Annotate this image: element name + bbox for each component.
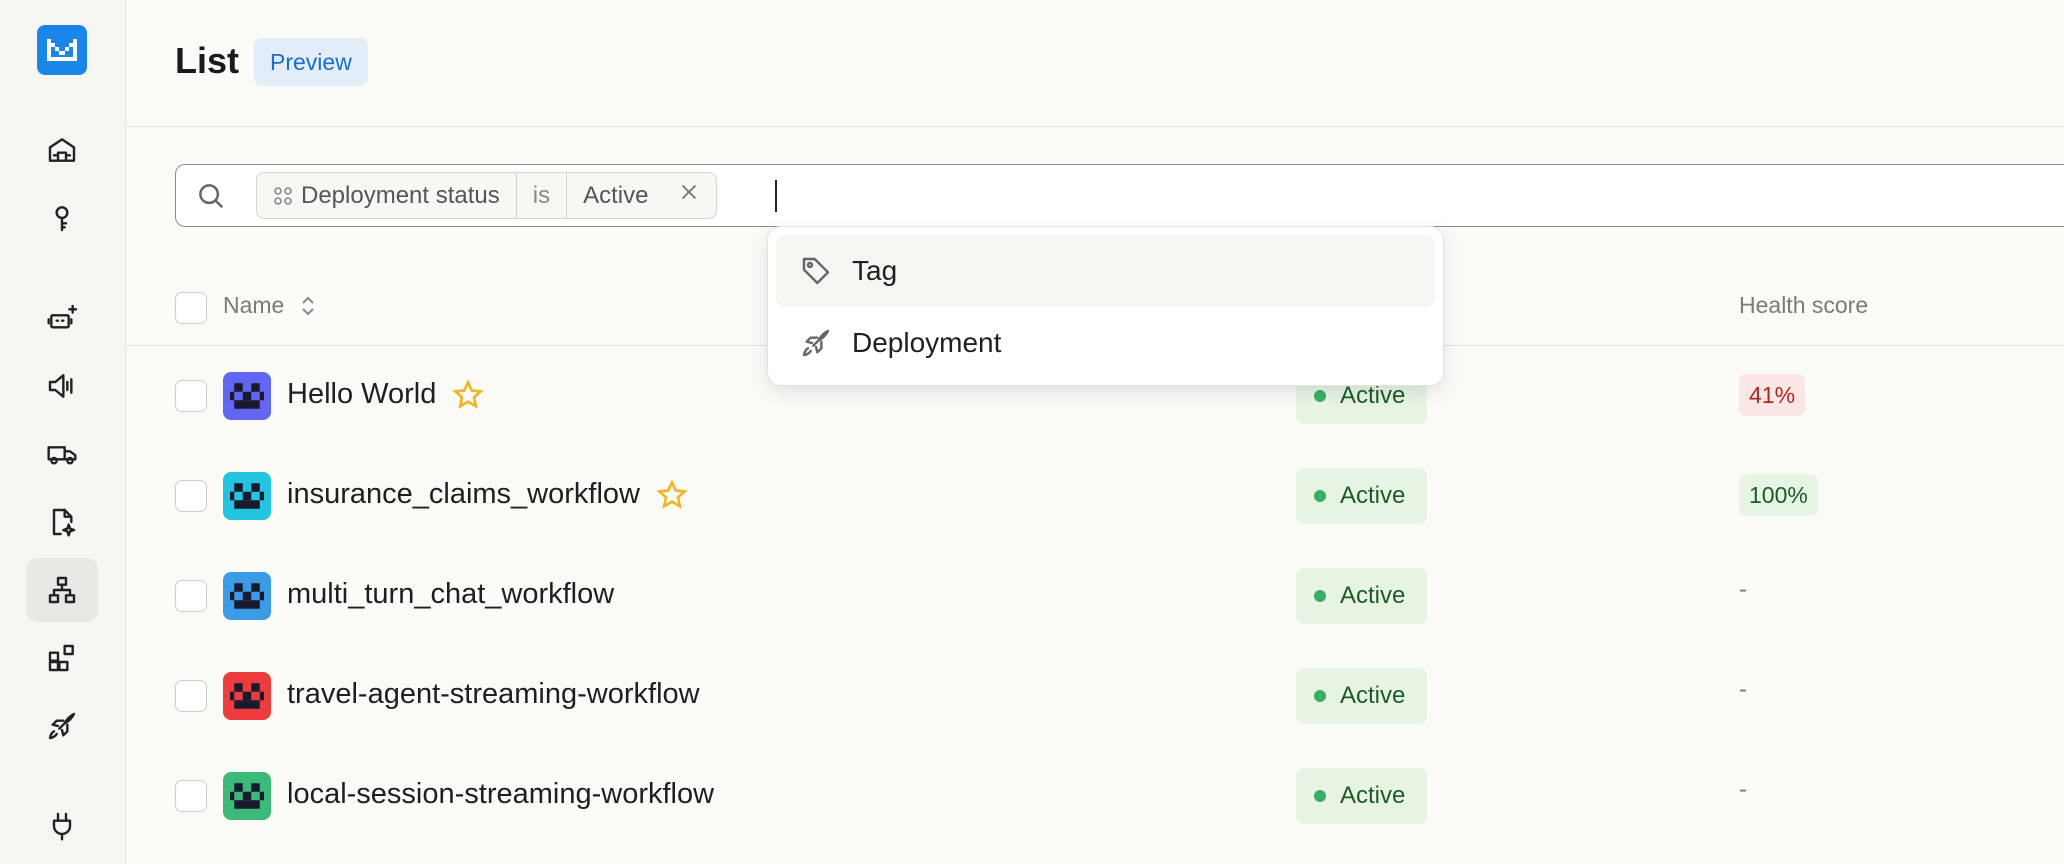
truck-icon bbox=[47, 446, 77, 465]
workflow-name[interactable]: Hello World bbox=[287, 378, 485, 411]
row-checkbox[interactable] bbox=[175, 380, 207, 412]
workflow-avatar-icon bbox=[223, 372, 271, 420]
workflow-name-label: travel-agent-streaming-workflow bbox=[287, 678, 700, 710]
filter-suggestions-dropdown: Tag Deployment bbox=[767, 226, 1444, 386]
status-badge: Active bbox=[1296, 668, 1428, 724]
table-row[interactable]: insurance_claims_workflow Active 100% bbox=[126, 446, 2064, 546]
workflow-avatar-icon bbox=[223, 672, 271, 720]
nav-delivery[interactable] bbox=[26, 422, 98, 486]
nav-home[interactable] bbox=[26, 118, 98, 182]
workflow-name[interactable]: travel-agent-streaming-workflow bbox=[287, 678, 700, 711]
row-checkbox[interactable] bbox=[175, 480, 207, 512]
tag-icon bbox=[802, 257, 830, 285]
page-title: List bbox=[175, 40, 240, 81]
status-dot bbox=[1314, 490, 1326, 502]
workflow-avatar-icon bbox=[223, 772, 271, 820]
row-checkbox[interactable] bbox=[175, 680, 207, 712]
star-icon[interactable] bbox=[656, 478, 688, 511]
nav-integrations[interactable] bbox=[26, 626, 98, 690]
status-dot bbox=[1314, 390, 1326, 402]
page-header: List Preview bbox=[126, 0, 2064, 127]
status-dot bbox=[1314, 790, 1326, 802]
status-label: Active bbox=[1340, 682, 1406, 709]
nav-documents[interactable] bbox=[26, 490, 98, 554]
nav-workflows[interactable] bbox=[26, 558, 98, 622]
blocks-icon bbox=[48, 644, 74, 672]
key-icon bbox=[55, 206, 69, 232]
health-score-badge: 41% bbox=[1739, 374, 1806, 416]
sidebar bbox=[0, 0, 126, 864]
status-badge: Active bbox=[1296, 468, 1428, 524]
status-dot bbox=[1314, 590, 1326, 602]
table-row[interactable]: local-session-streaming-workflow Active - bbox=[126, 746, 2064, 846]
workflow-name-label: local-session-streaming-workflow bbox=[287, 778, 715, 810]
workflow-avatar-icon bbox=[223, 572, 271, 620]
nav-campaigns[interactable] bbox=[26, 354, 98, 418]
nav-plugins[interactable] bbox=[26, 794, 98, 858]
rocket-icon bbox=[802, 329, 830, 357]
workflow-hierarchy-icon bbox=[48, 576, 76, 604]
status-label: Active bbox=[1340, 582, 1406, 609]
filter-operator[interactable]: is bbox=[517, 173, 568, 218]
select-all-checkbox[interactable] bbox=[175, 292, 207, 324]
grid-icon bbox=[274, 186, 292, 205]
row-checkbox[interactable] bbox=[175, 580, 207, 612]
workflow-name[interactable]: multi_turn_chat_workflow bbox=[287, 578, 614, 611]
filter-value-label: Active bbox=[583, 181, 649, 209]
logo-icon bbox=[47, 39, 77, 61]
workflow-name[interactable]: local-session-streaming-workflow bbox=[287, 778, 714, 811]
add-bot-icon bbox=[47, 304, 78, 329]
search-icon bbox=[196, 181, 226, 211]
health-score-badge: 100% bbox=[1739, 474, 1818, 516]
table-row[interactable]: travel-agent-streaming-workflow Active - bbox=[126, 646, 2064, 746]
status-badge: Active bbox=[1296, 768, 1428, 824]
dropdown-item-tag[interactable]: Tag bbox=[776, 235, 1435, 307]
status-dot bbox=[1314, 690, 1326, 702]
filter-chip[interactable]: Deployment status is Active bbox=[256, 172, 718, 219]
close-icon[interactable] bbox=[678, 181, 700, 210]
megaphone-icon bbox=[48, 374, 73, 398]
filter-field[interactable]: Deployment status bbox=[257, 173, 517, 218]
health-score: - bbox=[1739, 776, 1747, 803]
workflow-name-label: multi_turn_chat_workflow bbox=[287, 578, 615, 610]
dropdown-item-deployment[interactable]: Deployment bbox=[776, 307, 1435, 379]
status-badge: Active bbox=[1296, 568, 1428, 624]
status-label: Active bbox=[1340, 382, 1406, 409]
sort-icon bbox=[302, 296, 315, 315]
app-logo[interactable] bbox=[37, 25, 87, 75]
workflow-name[interactable]: insurance_claims_workflow bbox=[287, 478, 688, 511]
row-checkbox[interactable] bbox=[175, 780, 207, 812]
plug-icon bbox=[52, 812, 72, 841]
filter-value[interactable]: Active bbox=[567, 173, 716, 218]
document-sparkle-icon bbox=[52, 508, 76, 537]
workflow-name-label: Hello World bbox=[287, 378, 437, 410]
health-score: - bbox=[1739, 576, 1747, 603]
nav-agents[interactable] bbox=[26, 286, 98, 350]
status-label: Active bbox=[1340, 482, 1406, 509]
filter-field-label: Deployment status bbox=[301, 181, 500, 209]
column-header-health[interactable]: Health score bbox=[1739, 292, 1868, 319]
home-icon bbox=[48, 138, 76, 162]
rocket-icon bbox=[48, 712, 76, 740]
nav-deployments[interactable] bbox=[26, 694, 98, 758]
search-bar[interactable]: Deployment status is Active bbox=[175, 164, 2064, 227]
preview-badge: Preview bbox=[254, 38, 368, 86]
workflow-name-label: insurance_claims_workflow bbox=[287, 478, 640, 510]
health-score: - bbox=[1739, 676, 1747, 703]
status-label: Active bbox=[1340, 782, 1406, 809]
column-header-name[interactable]: Name bbox=[223, 292, 318, 319]
nav-keys[interactable] bbox=[26, 186, 98, 250]
workflow-avatar-icon bbox=[223, 472, 271, 520]
text-caret bbox=[775, 180, 777, 212]
table-row[interactable]: multi_turn_chat_workflow Active - bbox=[126, 546, 2064, 646]
star-icon[interactable] bbox=[452, 378, 485, 411]
